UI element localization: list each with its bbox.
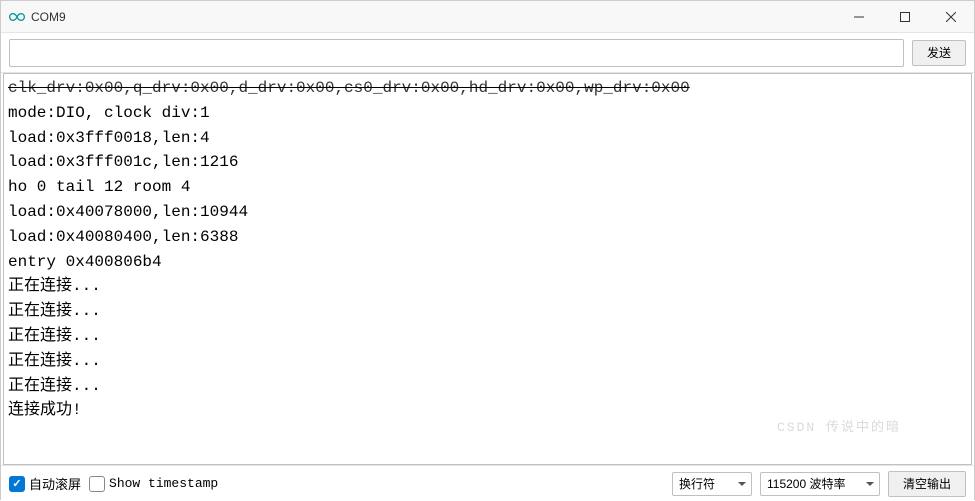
close-button[interactable] xyxy=(928,1,974,32)
console-line: 正在连接... xyxy=(8,299,967,324)
line-ending-value: 换行符 xyxy=(679,475,715,492)
baud-rate-select[interactable]: 115200 波特率 xyxy=(760,472,880,496)
window-title: COM9 xyxy=(31,10,836,24)
console-line: load:0x40078000,len:10944 xyxy=(8,200,967,225)
console-line: 正在连接... xyxy=(8,349,967,374)
timestamp-label: Show timestamp xyxy=(109,476,218,491)
console-line: 正在连接... xyxy=(8,274,967,299)
clear-output-button[interactable]: 清空输出 xyxy=(888,471,966,497)
console-line: 连接成功! xyxy=(8,398,967,423)
autoscroll-checkbox-group[interactable]: 自动滚屏 xyxy=(9,474,81,493)
console-line: load:0x3fff0018,len:4 xyxy=(8,126,967,151)
timestamp-checkbox-group[interactable]: Show timestamp xyxy=(89,476,218,492)
minimize-button[interactable] xyxy=(836,1,882,32)
serial-input[interactable] xyxy=(9,39,904,67)
timestamp-checkbox[interactable] xyxy=(89,476,105,492)
console-line: entry 0x400806b4 xyxy=(8,250,967,275)
line-ending-select[interactable]: 换行符 xyxy=(672,472,752,496)
serial-output[interactable]: clk_drv:0x00,q_drv:0x00,d_drv:0x00,cs0_d… xyxy=(3,73,972,465)
titlebar: COM9 xyxy=(1,1,974,33)
arduino-icon xyxy=(9,9,25,25)
baud-rate-value: 115200 波特率 xyxy=(767,475,846,492)
send-toolbar: 发送 xyxy=(1,33,974,73)
console-line: ho 0 tail 12 room 4 xyxy=(8,175,967,200)
console-line: 正在连接... xyxy=(8,374,967,399)
console-line: clk_drv:0x00,q_drv:0x00,d_drv:0x00,cs0_d… xyxy=(8,76,967,101)
console-line: load:0x3fff001c,len:1216 xyxy=(8,150,967,175)
console-line: load:0x40080400,len:6388 xyxy=(8,225,967,250)
autoscroll-checkbox[interactable] xyxy=(9,476,25,492)
window-controls xyxy=(836,1,974,32)
autoscroll-label: 自动滚屏 xyxy=(29,474,81,493)
send-button[interactable]: 发送 xyxy=(912,40,966,66)
console-line: 正在连接... xyxy=(8,324,967,349)
maximize-button[interactable] xyxy=(882,1,928,32)
console-line: mode:DIO, clock div:1 xyxy=(8,101,967,126)
statusbar: 自动滚屏 Show timestamp 换行符 115200 波特率 清空输出 xyxy=(1,465,974,501)
